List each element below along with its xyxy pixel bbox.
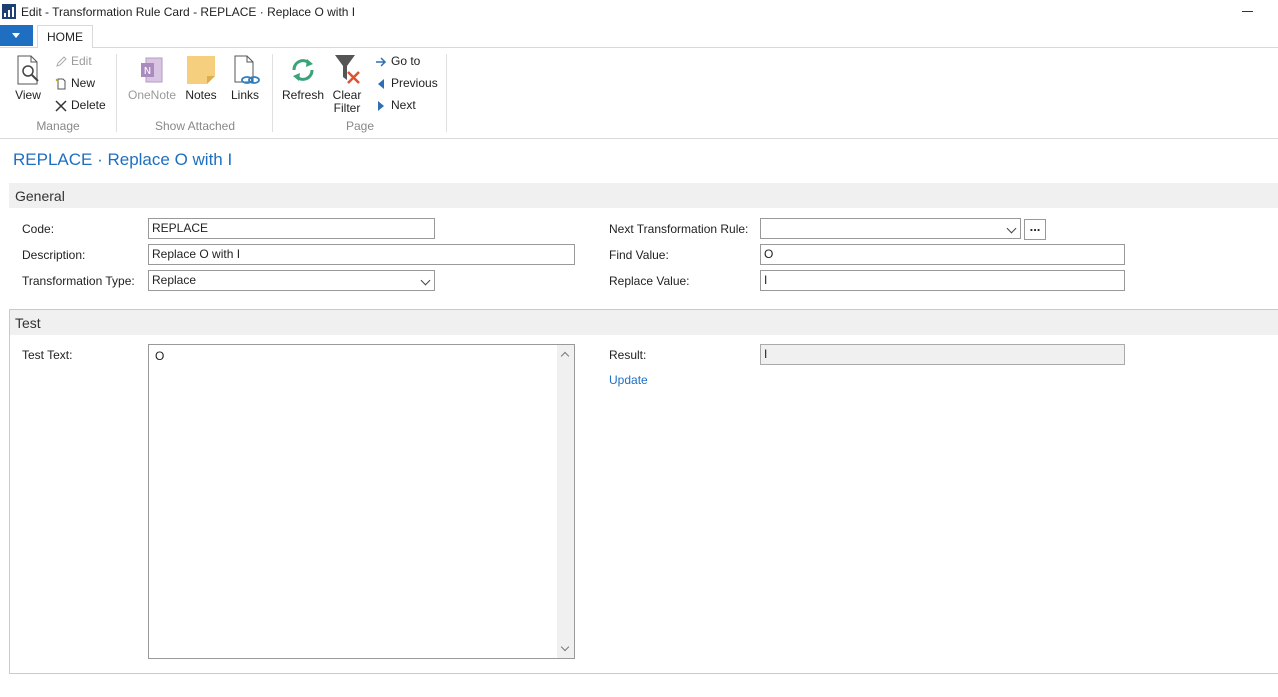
minimize-button[interactable] bbox=[1240, 4, 1256, 18]
delete-button[interactable]: Delete bbox=[55, 97, 106, 113]
transformation-type-select[interactable]: Replace bbox=[148, 270, 435, 291]
link-icon bbox=[234, 55, 260, 84]
new-label: New bbox=[71, 76, 96, 90]
notes-label: Notes bbox=[185, 88, 217, 102]
pencil-icon bbox=[56, 56, 67, 67]
next-button[interactable]: Next bbox=[375, 97, 416, 113]
transformation-type-value: Replace bbox=[152, 273, 197, 287]
links-label: Links bbox=[230, 88, 259, 102]
previous-label: Previous bbox=[391, 76, 438, 90]
group-separator bbox=[116, 54, 117, 132]
test-section-header[interactable]: Test bbox=[10, 310, 1278, 335]
go-to-button[interactable]: Go to bbox=[375, 53, 420, 69]
view-button[interactable]: View bbox=[10, 54, 46, 104]
note-icon bbox=[187, 56, 215, 84]
result-field: I bbox=[760, 344, 1125, 365]
update-link[interactable]: Update bbox=[609, 373, 648, 387]
chevron-down-icon bbox=[1006, 223, 1017, 234]
view-icon bbox=[17, 55, 39, 85]
triangle-right-icon bbox=[378, 100, 384, 111]
test-text-label: Test Text: bbox=[22, 348, 73, 362]
clear-filter-label-line2: Filter bbox=[333, 101, 361, 115]
transformation-type-label: Transformation Type: bbox=[22, 274, 135, 288]
notes-button[interactable]: Notes bbox=[182, 54, 220, 104]
description-label: Description: bbox=[22, 248, 86, 262]
edit-button[interactable]: Edit bbox=[55, 53, 92, 69]
group-separator bbox=[446, 54, 447, 132]
general-header-label: General bbox=[15, 188, 65, 204]
view-label: View bbox=[15, 88, 41, 102]
window-title: Edit - Transformation Rule Card - REPLAC… bbox=[21, 5, 356, 19]
onenote-icon: N bbox=[141, 57, 163, 83]
scroll-down-icon[interactable] bbox=[560, 642, 570, 652]
chevron-down-icon bbox=[420, 275, 431, 286]
svg-text:N: N bbox=[144, 66, 151, 77]
go-to-label: Go to bbox=[391, 54, 421, 68]
tab-home[interactable]: HOME bbox=[37, 25, 93, 48]
test-text-value: O bbox=[155, 349, 165, 363]
next-transformation-rule-label: Next Transformation Rule: bbox=[609, 222, 749, 236]
new-button[interactable]: New bbox=[55, 75, 95, 91]
refresh-icon bbox=[292, 59, 314, 81]
triangle-left-icon bbox=[378, 78, 384, 89]
refresh-button[interactable]: Refresh bbox=[281, 54, 325, 104]
delete-icon bbox=[55, 100, 67, 112]
previous-button[interactable]: Previous bbox=[375, 75, 438, 91]
app-menu-button[interactable] bbox=[0, 25, 33, 46]
replace-value-label: Replace Value: bbox=[609, 274, 690, 288]
scroll-up-icon[interactable] bbox=[560, 351, 570, 361]
next-transformation-rule-select[interactable] bbox=[760, 218, 1021, 239]
find-value-label: Find Value: bbox=[609, 248, 669, 262]
clear-filter-button[interactable]: Clear Filter bbox=[330, 54, 364, 116]
onenote-button[interactable]: N OneNote bbox=[125, 54, 179, 104]
title-bar: Edit - Transformation Rule Card - REPLAC… bbox=[0, 0, 1278, 24]
code-label: Code: bbox=[22, 222, 55, 236]
links-button[interactable]: Links bbox=[228, 54, 262, 104]
vertical-scrollbar[interactable] bbox=[557, 345, 574, 658]
result-label: Result: bbox=[609, 348, 647, 362]
new-document-icon bbox=[55, 78, 66, 90]
clear-filter-icon bbox=[335, 55, 360, 84]
app-logo-icon bbox=[2, 4, 16, 19]
group-label-show-attached: Show Attached bbox=[154, 119, 236, 133]
replace-value-field[interactable]: I bbox=[760, 270, 1125, 291]
next-label: Next bbox=[391, 98, 416, 112]
group-separator bbox=[272, 54, 273, 132]
arrow-right-icon bbox=[376, 57, 387, 67]
refresh-label: Refresh bbox=[281, 88, 325, 102]
edit-label: Edit bbox=[71, 54, 92, 68]
page-title: REPLACE · Replace O with I bbox=[13, 150, 233, 169]
onenote-label: OneNote bbox=[127, 88, 177, 102]
group-label-manage: Manage bbox=[36, 119, 80, 133]
group-label-page: Page bbox=[345, 119, 375, 133]
general-section-header[interactable]: General bbox=[9, 183, 1278, 208]
delete-label: Delete bbox=[71, 98, 106, 112]
code-field[interactable]: REPLACE bbox=[148, 218, 435, 239]
lookup-ellipsis-button[interactable]: ... bbox=[1024, 219, 1046, 240]
find-value-field[interactable]: O bbox=[760, 244, 1125, 265]
description-field[interactable]: Replace O with I bbox=[148, 244, 575, 265]
test-text-area[interactable]: O bbox=[148, 344, 575, 659]
test-header-label: Test bbox=[15, 315, 41, 331]
